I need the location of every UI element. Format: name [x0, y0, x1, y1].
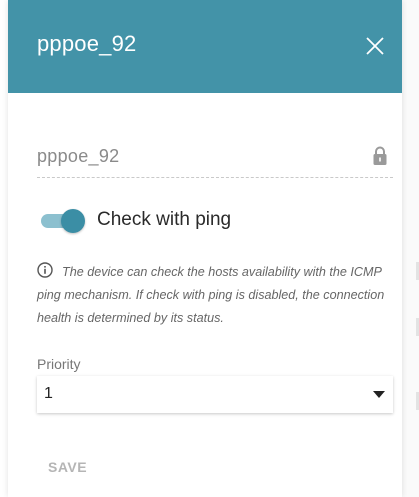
check-with-ping-toggle[interactable]	[41, 209, 87, 233]
edit-connection-panel: pppoe_92 pppoe_92 Check with ping The de	[8, 0, 402, 497]
chevron-down-icon	[373, 391, 385, 398]
ping-info-text: The device can check the hosts availabil…	[37, 265, 385, 325]
background-page-edge	[401, 0, 419, 497]
toggle-knob	[61, 209, 85, 233]
lock-icon	[373, 146, 387, 165]
close-icon[interactable]	[365, 36, 385, 56]
screen: pppoe_92 pppoe_92 Check with ping The de	[0, 0, 419, 497]
connection-name-value: pppoe_92	[37, 146, 120, 166]
priority-select[interactable]: 1	[37, 376, 393, 413]
panel-title: pppoe_92	[37, 31, 137, 56]
save-button[interactable]: SAVE	[37, 452, 108, 482]
check-with-ping-label: Check with ping	[97, 209, 232, 230]
priority-selected-value: 1	[44, 385, 53, 402]
connection-name-field: pppoe_92	[37, 137, 393, 178]
panel-header: pppoe_92	[8, 0, 402, 93]
priority-label: Priority	[37, 356, 81, 372]
